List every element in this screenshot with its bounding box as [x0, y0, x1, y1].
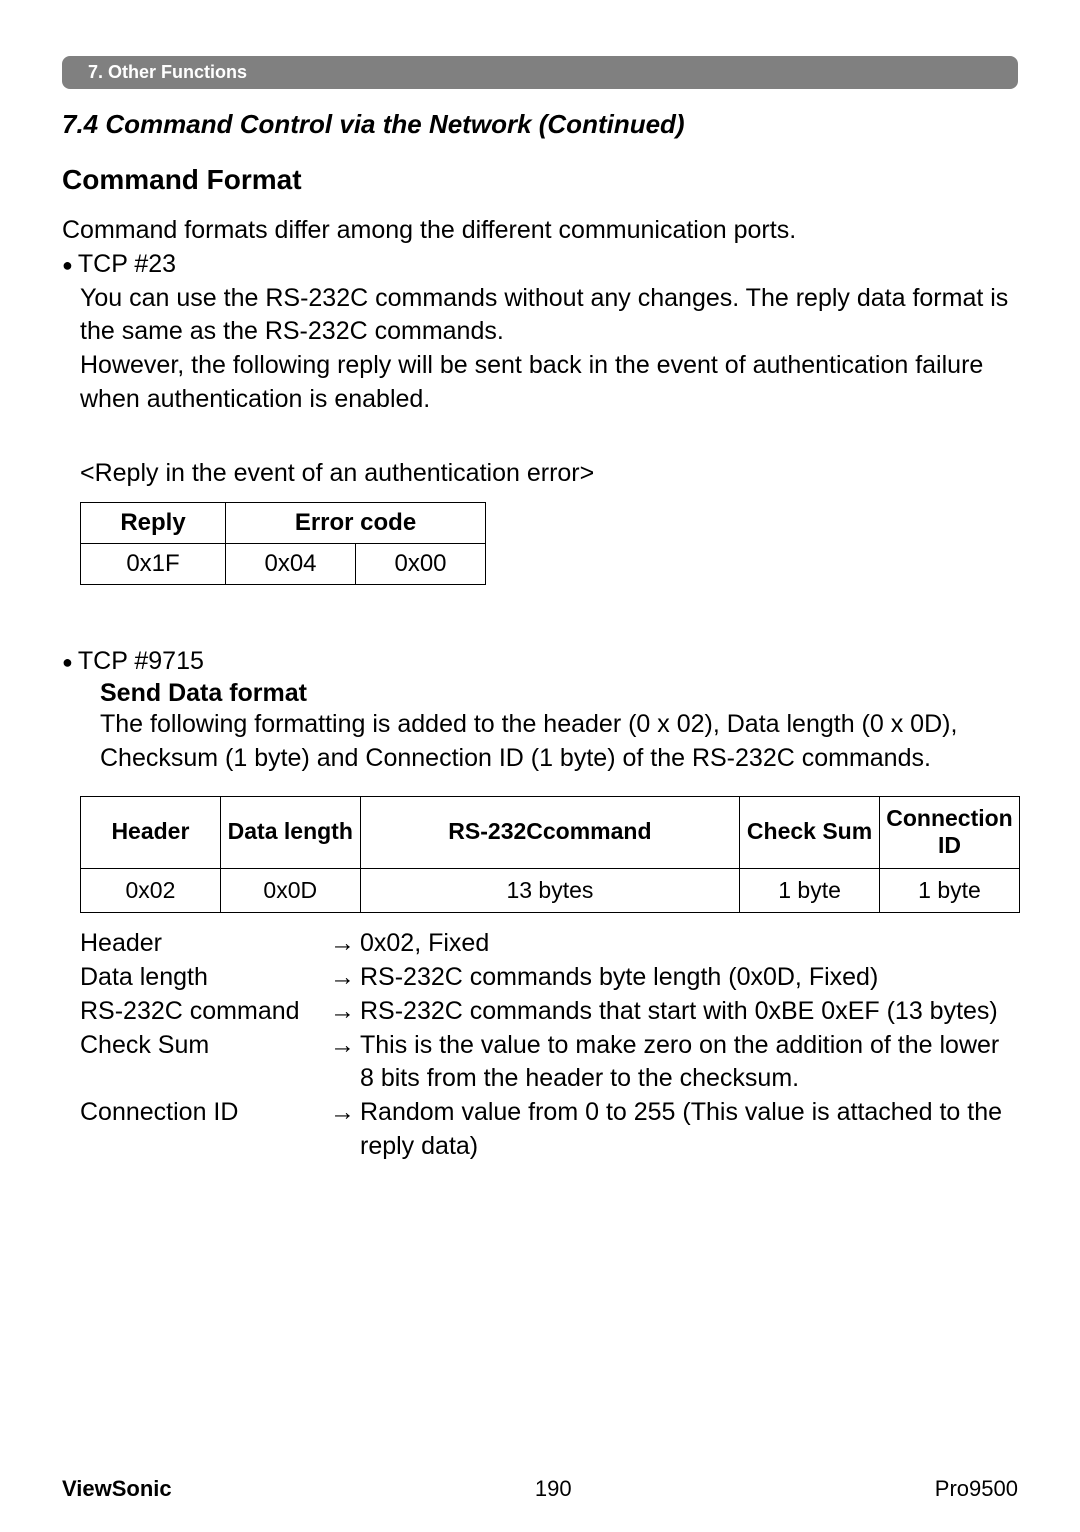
- th-datalen: Data length: [220, 796, 360, 868]
- tcp23-line1: You can use the RS-232C commands without…: [80, 282, 1018, 350]
- td-rs232: 13 bytes: [360, 868, 739, 913]
- send-data-heading: Send Data format: [100, 679, 1018, 708]
- def-desc-rs232: RS-232C commands that start with 0xBE 0x…: [360, 995, 1018, 1029]
- arrow-icon: →: [330, 961, 360, 995]
- send-data-desc: The following formatting is added to the…: [100, 708, 1018, 776]
- page-footer: ViewSonic 190 Pro9500: [62, 1476, 1018, 1502]
- auth-error-caption: <Reply in the event of an authentication…: [62, 457, 1018, 491]
- tcp23-line2: However, the following reply will be sen…: [80, 349, 1018, 417]
- auth-error-table: Reply Error code 0x1F 0x04 0x00: [80, 502, 486, 585]
- definitions-list: Header → 0x02, Fixed Data length → RS-23…: [80, 927, 1018, 1163]
- heading-7-4: 7.4 Command Control via the Network (Con…: [62, 109, 1018, 140]
- heading-command-format: Command Format: [62, 164, 1018, 196]
- def-row-header: Header → 0x02, Fixed: [80, 927, 1018, 961]
- intro-text: Command formats differ among the differe…: [62, 214, 1018, 248]
- def-row-rs232: RS-232C command → RS-232C commands that …: [80, 995, 1018, 1029]
- th-rs232: RS-232Ccommand: [360, 796, 739, 868]
- def-term-connid: Connection ID: [80, 1096, 330, 1130]
- td-datalen: 0x0D: [220, 868, 360, 913]
- def-desc-header: 0x02, Fixed: [360, 927, 1018, 961]
- def-row-datalen: Data length → RS-232C commands byte leng…: [80, 961, 1018, 995]
- th-checksum: Check Sum: [740, 796, 880, 868]
- arrow-icon: →: [330, 995, 360, 1029]
- arrow-icon: →: [330, 1029, 360, 1063]
- th-errorcode: Error code: [226, 503, 486, 544]
- def-row-connid: Connection ID → Random value from 0 to 2…: [80, 1096, 1018, 1164]
- td-header: 0x02: [81, 868, 221, 913]
- tcp9715-label: TCP #9715: [78, 647, 204, 675]
- arrow-icon: →: [330, 1096, 360, 1130]
- tcp23-label: TCP #23: [78, 250, 176, 278]
- bullet-tcp9715: TCP #9715: [62, 645, 1018, 679]
- def-desc-connid: Random value from 0 to 255 (This value i…: [360, 1096, 1018, 1164]
- packet-table: Header Data length RS-232Ccommand Check …: [80, 796, 1020, 914]
- footer-model: Pro9500: [935, 1476, 1018, 1502]
- th-connid: Connection ID: [879, 796, 1019, 868]
- def-desc-checksum: This is the value to make zero on the ad…: [360, 1029, 1018, 1097]
- arrow-icon: →: [330, 927, 360, 961]
- td-connid: 1 byte: [879, 868, 1019, 913]
- footer-brand: ViewSonic: [62, 1476, 172, 1502]
- def-term-checksum: Check Sum: [80, 1029, 330, 1063]
- th-header: Header: [81, 796, 221, 868]
- section-tab: 7. Other Functions: [62, 56, 1018, 89]
- bullet-tcp23: TCP #23: [62, 248, 1018, 282]
- def-term-rs232: RS-232C command: [80, 995, 330, 1029]
- def-term-header: Header: [80, 927, 330, 961]
- td-reply: 0x1F: [81, 544, 226, 585]
- def-term-datalen: Data length: [80, 961, 330, 995]
- footer-page-number: 190: [535, 1476, 572, 1502]
- td-checksum: 1 byte: [740, 868, 880, 913]
- def-row-checksum: Check Sum → This is the value to make ze…: [80, 1029, 1018, 1097]
- section-tab-label: 7. Other Functions: [78, 60, 257, 85]
- td-err2: 0x00: [356, 544, 486, 585]
- th-reply: Reply: [81, 503, 226, 544]
- td-err1: 0x04: [226, 544, 356, 585]
- def-desc-datalen: RS-232C commands byte length (0x0D, Fixe…: [360, 961, 1018, 995]
